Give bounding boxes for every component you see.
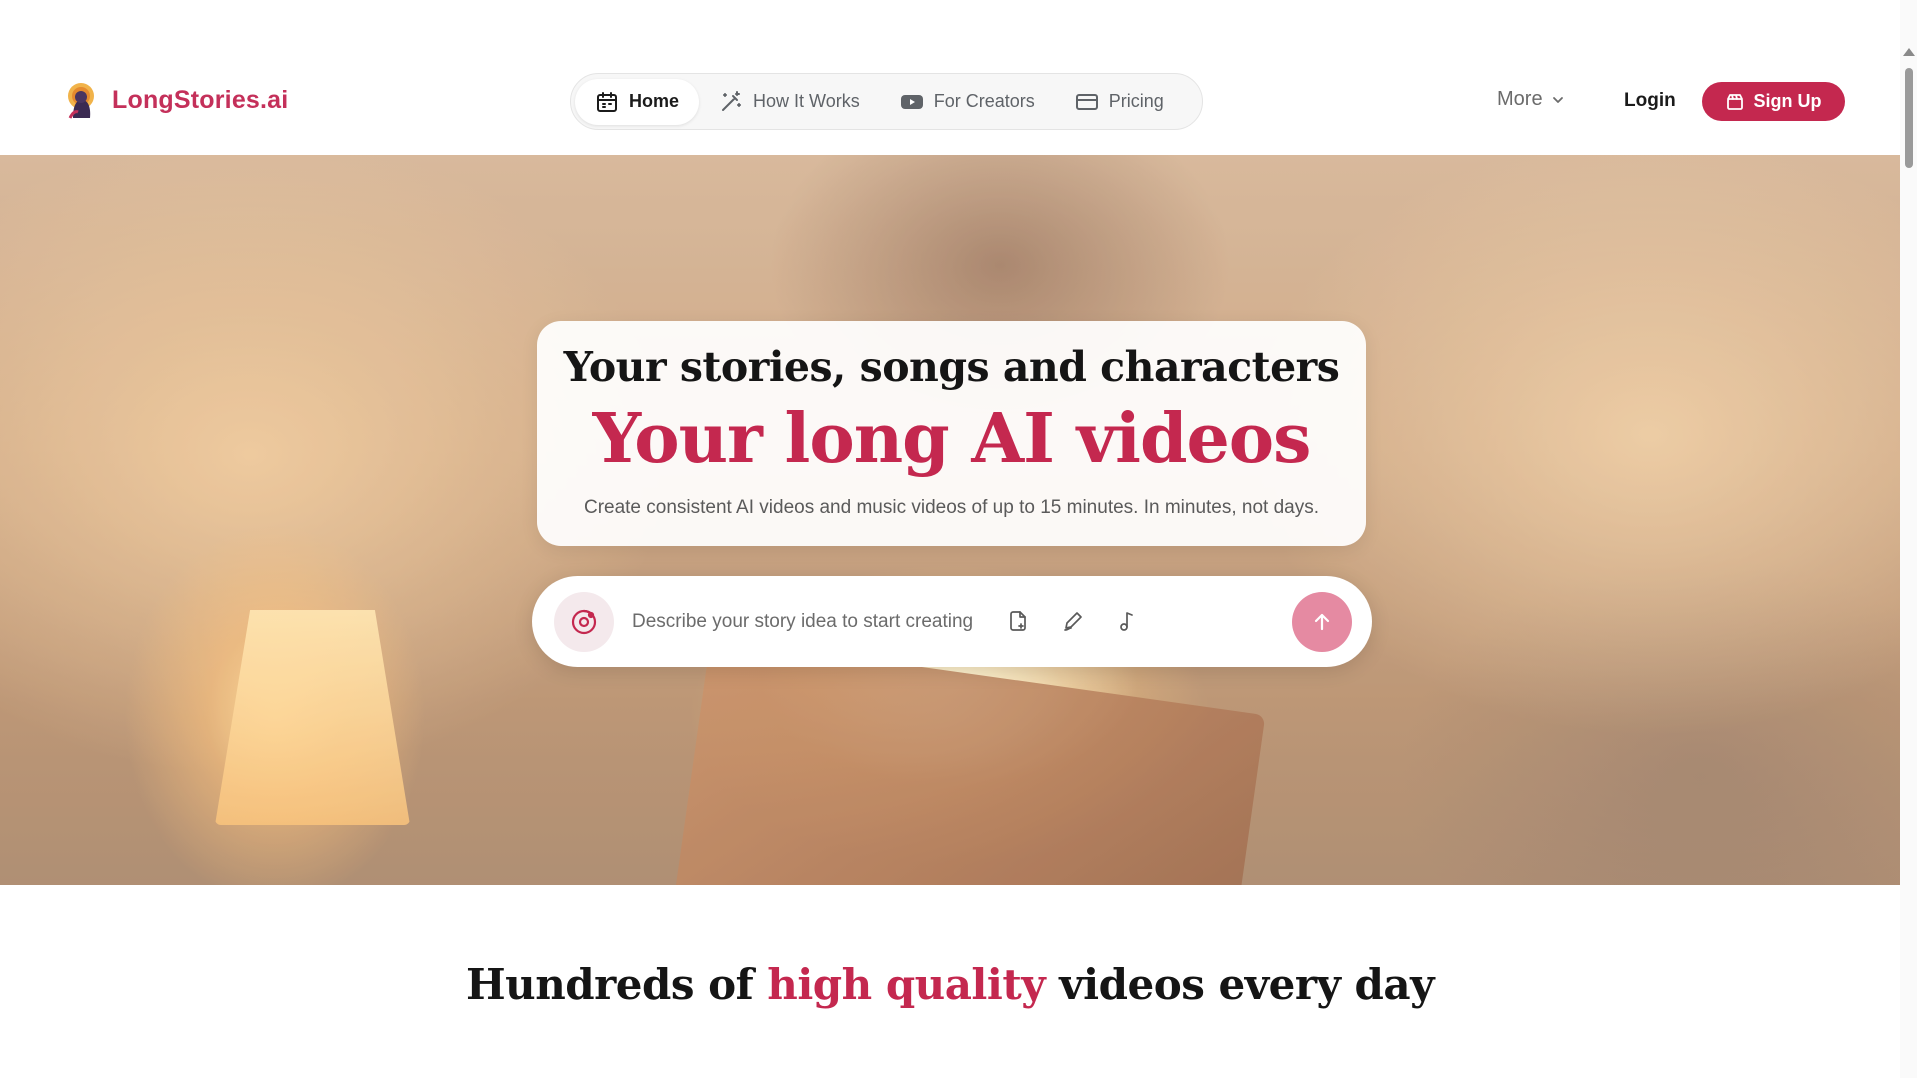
music-note-icon (1120, 612, 1133, 631)
story-prompt-bar (532, 576, 1372, 667)
brand[interactable]: LongStories.ai (64, 80, 288, 120)
page-scrollbar[interactable] (1900, 0, 1917, 1078)
hero-subtitle: Create consistent AI videos and music vi… (583, 497, 1320, 518)
style-edit-button[interactable] (1056, 604, 1090, 638)
hero-section: Your stories, songs and characters Your … (0, 155, 1900, 885)
nav-item-for-creators[interactable]: For Creators (880, 79, 1055, 125)
storyteller-logo-icon (68, 83, 94, 119)
nav-item-how-it-works[interactable]: How It Works (699, 79, 880, 125)
nav-item-label: Home (629, 91, 680, 111)
nav-item-label: Pricing (1108, 91, 1164, 111)
nav-item-label: For Creators (933, 91, 1035, 111)
login-link[interactable]: Login (1624, 90, 1676, 112)
main-nav: Home How It Works For Creators Pricing (570, 73, 1203, 130)
hero-headline-main: Your long AI videos (592, 399, 1312, 479)
character-icon (571, 609, 597, 635)
more-label: More (1497, 88, 1543, 110)
send-button[interactable] (1292, 592, 1352, 652)
character-select-button[interactable] (554, 592, 614, 652)
more-menu[interactable]: More (1497, 88, 1565, 111)
youtube-icon (900, 94, 923, 109)
section-title-accent: high quality (767, 960, 1046, 1009)
scroll-up-arrow-icon[interactable] (1903, 48, 1915, 56)
calendar-icon (597, 91, 617, 112)
music-button[interactable] (1110, 604, 1144, 638)
sign-up-button[interactable]: Sign Up (1702, 82, 1845, 121)
pen-icon (1064, 612, 1082, 631)
section-title-start: Hundreds of (465, 960, 768, 1009)
arrow-up-icon (1314, 613, 1330, 631)
credit-card-icon (1075, 93, 1098, 110)
document-icon (1010, 611, 1026, 631)
headline-card: Your stories, songs and characters Your … (537, 321, 1366, 546)
sign-up-label: Sign Up (1753, 91, 1822, 111)
magic-wand-icon (722, 90, 742, 111)
section-title: Hundreds of high quality videos every da… (0, 960, 1900, 1009)
chevron-down-icon (1552, 96, 1563, 103)
section-title-end: videos every day (1045, 960, 1434, 1009)
hero-headline-top: Your stories, songs and characters (563, 343, 1340, 391)
nav-item-home[interactable]: Home (575, 78, 700, 125)
brand-name: LongStories.ai (112, 85, 289, 114)
site-header: LongStories.ai Home How It Works For Cre… (0, 0, 1900, 155)
nav-item-pricing[interactable]: Pricing (1055, 79, 1184, 125)
nav-item-label: How It Works (753, 91, 860, 111)
script-upload-button[interactable] (1001, 604, 1035, 638)
clapperboard-icon (1726, 93, 1743, 110)
scroll-thumb[interactable] (1905, 68, 1913, 168)
